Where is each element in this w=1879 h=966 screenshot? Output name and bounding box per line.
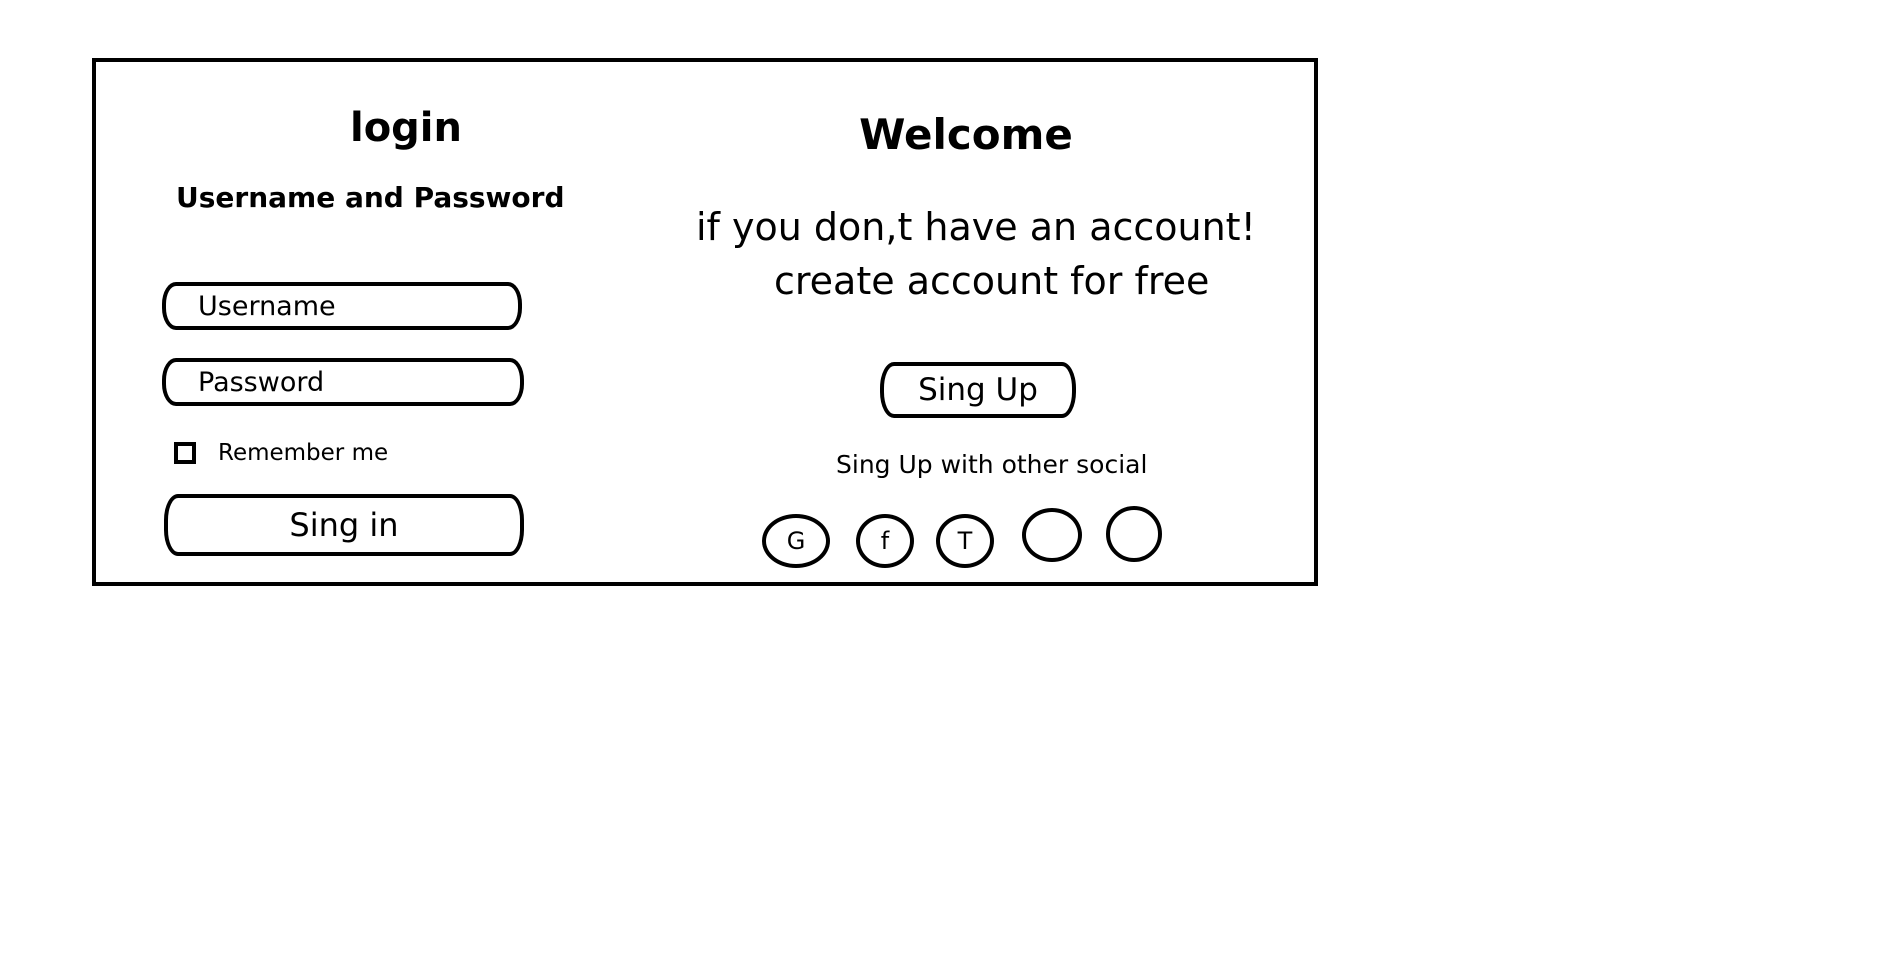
create-account-text: create account for free [774,259,1210,303]
google-icon: G [786,527,806,555]
facebook-icon: f [880,527,890,555]
auth-card: login Username and Password Remember me … [92,58,1318,586]
sign-in-button[interactable]: Sing in [164,494,524,556]
twitter-signup-button[interactable]: T [936,514,994,568]
social-signup-label: Sing Up with other social [836,450,1148,479]
social-signup-button-5[interactable] [1106,506,1162,562]
sign-up-button[interactable]: Sing Up [880,362,1076,418]
remember-me-label: Remember me [218,440,389,466]
remember-me-checkbox[interactable] [174,442,196,464]
no-account-text: if you don,t have an account! [696,205,1256,249]
social-signup-button-4[interactable] [1022,508,1082,562]
facebook-signup-button[interactable]: f [856,514,914,568]
login-subtitle: Username and Password [176,181,565,214]
twitter-icon: T [957,527,973,555]
login-title: login [349,105,462,151]
welcome-title: Welcome [859,110,1073,159]
username-input[interactable] [162,282,522,330]
google-signup-button[interactable]: G [762,514,830,568]
password-input[interactable] [162,358,524,406]
remember-me-row[interactable]: Remember me [174,438,388,468]
